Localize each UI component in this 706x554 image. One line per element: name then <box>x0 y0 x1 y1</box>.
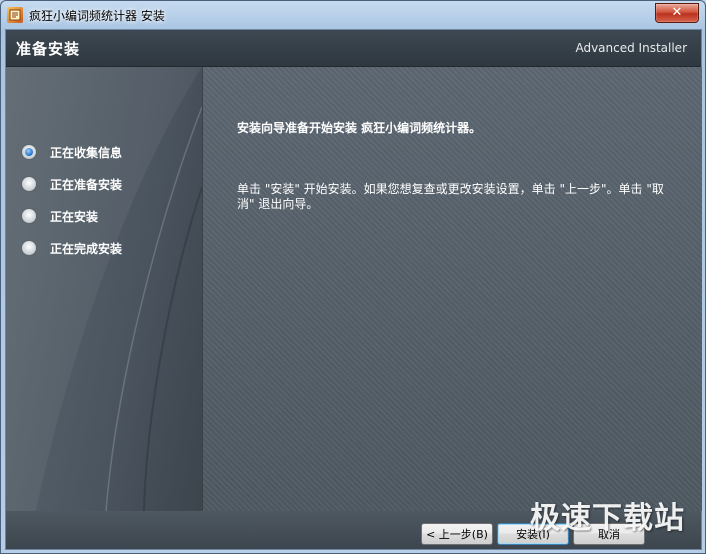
step-label: 正在完成安装 <box>50 242 123 256</box>
step-indicator-icon <box>22 145 36 159</box>
step-indicator-icon <box>22 209 36 223</box>
app-icon <box>7 7 23 23</box>
title-bar[interactable]: 疯狂小编词频统计器 安装 ✕ <box>1 1 705 28</box>
decorative-swoosh <box>6 67 202 511</box>
header-bar: 准备安装 Advanced Installer <box>6 30 701 67</box>
close-button[interactable]: ✕ <box>655 3 699 23</box>
installer-client: 准备安装 Advanced Installer 正在收集信息 正在准备安装 正在… <box>5 29 702 550</box>
step-label: 正在收集信息 <box>50 146 123 160</box>
step-label: 正在准备安装 <box>50 178 123 192</box>
page-title: 准备安装 <box>16 40 81 58</box>
step-indicator-icon <box>22 241 36 255</box>
instructions-text: 单击 "安装" 开始安装。如果您想复查或更改安装设置，单击 "上一步"。单击 "… <box>237 182 664 211</box>
back-button[interactable]: < 上一步(B) <box>421 523 493 545</box>
window-title: 疯狂小编词频统计器 安装 <box>29 9 165 23</box>
button-bar: < 上一步(B) 安装(I) 取消 极速下载站 <box>6 501 701 549</box>
content-panel: 安装向导准备开始安装 疯狂小编词频统计器。 单击 "安装" 开始安装。如果您想复… <box>202 67 702 511</box>
installer-window: 疯狂小编词频统计器 安装 ✕ 准备安装 Advanced Installer 正… <box>0 0 706 554</box>
step-label: 正在安装 <box>50 210 99 224</box>
ready-heading: 安装向导准备开始安装 疯狂小编词频统计器。 <box>237 121 482 135</box>
steps-sidebar: 正在收集信息 正在准备安装 正在安装 正在完成安装 <box>6 67 202 511</box>
watermark: 极速下载站 <box>530 501 685 536</box>
step-indicator-icon <box>22 177 36 191</box>
brand-label: Advanced Installer <box>575 41 687 55</box>
